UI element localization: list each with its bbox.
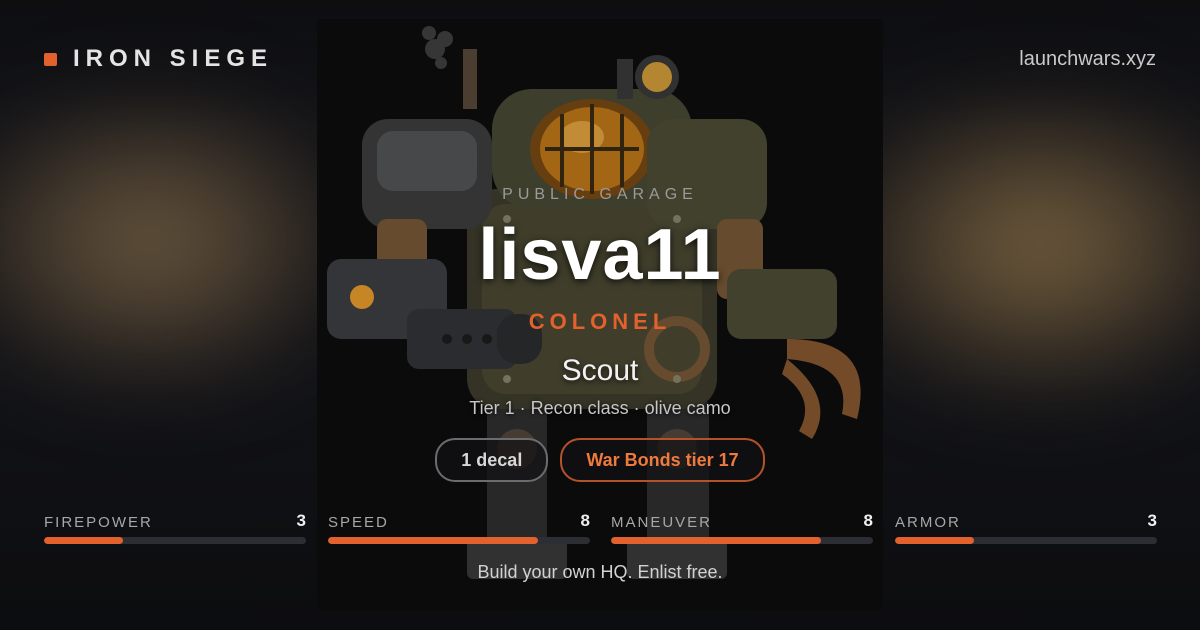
stat-bar bbox=[328, 537, 590, 544]
garage-eyebrow: PUBLIC GARAGE bbox=[502, 186, 698, 203]
badge-row: 1 decal War Bonds tier 17 bbox=[317, 438, 883, 482]
stat-bar bbox=[611, 537, 873, 544]
stat-value: 3 bbox=[1147, 511, 1157, 530]
stat-bar bbox=[44, 537, 306, 544]
stat-bar-fill bbox=[611, 537, 821, 544]
brand: IRON SIEGE bbox=[44, 45, 273, 73]
stat-bar-fill bbox=[895, 537, 974, 544]
stat-value: 8 bbox=[580, 511, 590, 530]
stat-firepower: FIREPOWER 3 bbox=[44, 509, 306, 544]
decal-badge: 1 decal bbox=[435, 438, 549, 482]
stat-label: FIREPOWER bbox=[44, 514, 153, 531]
vehicle-meta: Tier 1 · Recon class · olive camo bbox=[469, 398, 731, 418]
war-bonds-badge: War Bonds tier 17 bbox=[560, 438, 765, 482]
stat-bar-fill bbox=[328, 537, 538, 544]
stat-label: MANEUVER bbox=[611, 514, 713, 531]
brand-name: IRON SIEGE bbox=[73, 45, 274, 72]
stat-bar bbox=[895, 537, 1157, 544]
vehicle-name: Scout bbox=[561, 354, 639, 387]
square-dot-icon bbox=[44, 52, 57, 66]
stat-value: 3 bbox=[296, 511, 306, 530]
stat-value: 8 bbox=[863, 511, 873, 530]
enlist-cta[interactable]: Build your own HQ. Enlist free. bbox=[317, 562, 883, 583]
stat-maneuver: MANEUVER 8 bbox=[611, 509, 873, 544]
stat-speed: SPEED 8 bbox=[328, 509, 590, 544]
player-rank: COLONEL bbox=[528, 309, 672, 334]
stat-bar-fill bbox=[44, 537, 123, 544]
stat-armor: ARMOR 3 bbox=[895, 509, 1157, 544]
site-url[interactable]: launchwars.xyz bbox=[1019, 48, 1156, 71]
stat-label: ARMOR bbox=[895, 514, 961, 531]
stat-label: SPEED bbox=[328, 514, 389, 531]
player-username: lisva11 bbox=[478, 215, 722, 295]
